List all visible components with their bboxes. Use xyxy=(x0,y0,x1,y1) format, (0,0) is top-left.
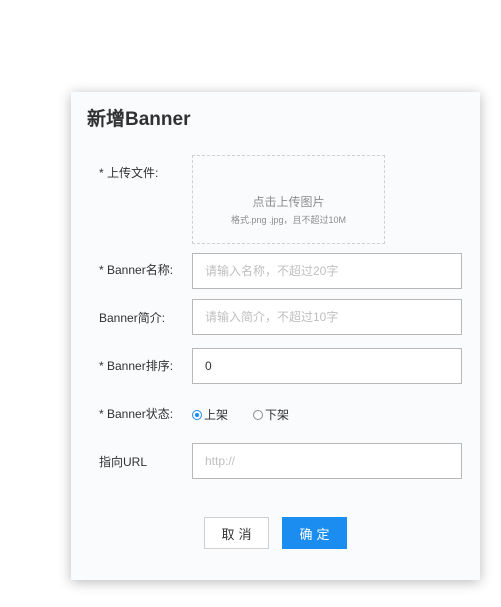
status-radio-off-shelf[interactable]: 下架 xyxy=(253,406,289,423)
add-banner-dialog: 新增Banner * 上传文件: 点击上传图片 格式.png .jpg，且不超过… xyxy=(71,92,480,580)
upload-format-hint: 格式.png .jpg，且不超过10M xyxy=(230,215,347,225)
upload-button-text: 点击上传图片 xyxy=(252,195,325,209)
banner-name-input[interactable] xyxy=(192,253,462,289)
status-option-label: 上架 xyxy=(204,408,229,422)
status-option-label: 下架 xyxy=(265,408,290,422)
image-upload-area[interactable]: 点击上传图片 格式.png .jpg，且不超过10M xyxy=(192,155,385,244)
banner-name-label: * Banner名称: xyxy=(99,263,174,277)
target-url-input[interactable] xyxy=(192,443,462,479)
dialog-title: 新增Banner xyxy=(87,109,191,130)
banner-order-input[interactable] xyxy=(192,348,462,384)
target-url-label: 指向URL xyxy=(99,455,148,469)
radio-unchecked-icon xyxy=(253,409,263,420)
upload-label: * 上传文件: xyxy=(99,166,159,180)
radio-checked-icon xyxy=(192,409,202,420)
cancel-button[interactable]: 取消 xyxy=(204,517,269,549)
banner-order-label: * Banner排序: xyxy=(99,359,174,373)
banner-intro-input[interactable] xyxy=(192,299,462,335)
banner-intro-label: Banner简介: xyxy=(99,311,166,325)
confirm-button[interactable]: 确定 xyxy=(282,517,347,549)
status-radio-on-shelf[interactable]: 上架 xyxy=(192,406,228,423)
banner-status-label: * Banner状态: xyxy=(99,407,174,421)
